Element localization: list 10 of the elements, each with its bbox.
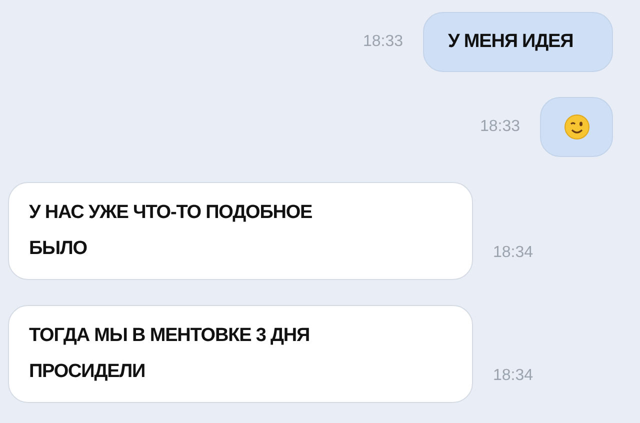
message-text: ПРОСИДЕЛИ [29, 360, 146, 384]
message-time: 18:34 [493, 367, 534, 386]
message-text: БЫЛО [29, 237, 88, 261]
winking-face-icon [564, 114, 590, 140]
message-time: 18:33 [480, 118, 520, 136]
message-time: 18:34 [493, 244, 534, 263]
message-text: ТОГДА МЫ В МЕНТОВКЕ 3 ДНЯ [29, 324, 311, 348]
message-text: У НАС УЖЕ ЧТО-ТО ПОДОБНОЕ [29, 201, 314, 225]
message-time: 18:33 [362, 33, 403, 51]
message-text: У МЕНЯ ИДЕЯ [448, 30, 574, 54]
